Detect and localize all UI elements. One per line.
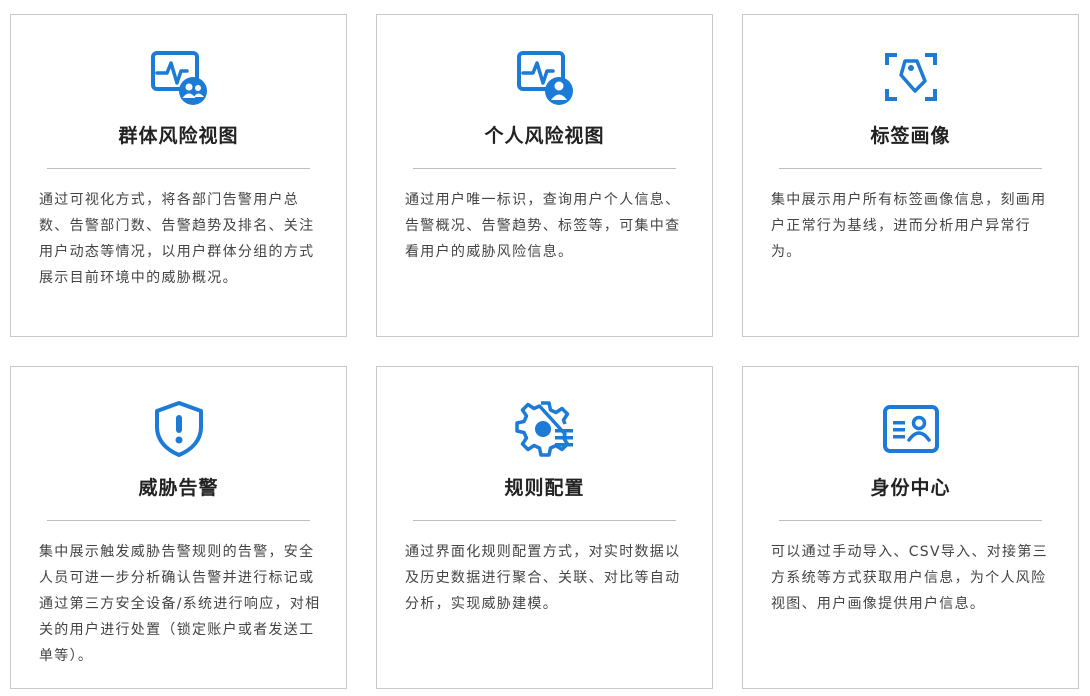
- card-description: 集中展示用户所有标签画像信息，刻画用户正常行为基线，进而分析用户异常行为。: [771, 192, 1047, 260]
- divider: [47, 520, 310, 521]
- tag-scan-icon: [879, 45, 943, 109]
- monitor-user-icon: [513, 45, 577, 109]
- card-title: 个人风险视图: [484, 125, 605, 147]
- card-title: 标签画像: [870, 125, 951, 147]
- feature-card-personal-risk: 个人风险视图 通过用户唯一标识，查询用户个人信息、告警概况、告警趋势、标签等，可…: [376, 14, 713, 337]
- card-description: 通过用户唯一标识，查询用户个人信息、告警概况、告警趋势、标签等，可集中查看用户的…: [405, 192, 681, 260]
- divider: [779, 168, 1042, 169]
- divider: [47, 168, 310, 169]
- card-title: 规则配置: [504, 477, 585, 499]
- shield-alert-icon: [147, 397, 211, 461]
- card-title: 身份中心: [870, 477, 951, 499]
- divider: [779, 520, 1042, 521]
- card-title: 威胁告警: [138, 477, 219, 499]
- card-description: 集中展示触发威胁告警规则的告警，安全人员可进一步分析确认告警并进行标记或通过第三…: [39, 544, 321, 664]
- card-description: 通过可视化方式，将各部门告警用户总数、告警部门数、告警趋势及排名、关注用户动态等…: [39, 192, 315, 286]
- card-description: 可以通过手动导入、CSV导入、对接第三方系统等方式获取用户信息，为个人风险视图、…: [771, 544, 1048, 612]
- feature-card-threat-alert: 威胁告警 集中展示触发威胁告警规则的告警，安全人员可进一步分析确认告警并进行标记…: [10, 366, 347, 689]
- monitor-group-icon: [147, 45, 211, 109]
- divider: [413, 520, 676, 521]
- card-title: 群体风险视图: [118, 125, 239, 147]
- divider: [413, 168, 676, 169]
- feature-card-rule-config: 规则配置 通过界面化规则配置方式，对实时数据以及历史数据进行聚合、关联、对比等自…: [376, 366, 713, 689]
- gear-list-icon: [513, 397, 577, 461]
- feature-card-group-risk: 群体风险视图 通过可视化方式，将各部门告警用户总数、告警部门数、告警趋势及排名、…: [10, 14, 347, 337]
- feature-card-identity-center: 身份中心 可以通过手动导入、CSV导入、对接第三方系统等方式获取用户信息，为个人…: [742, 366, 1079, 689]
- card-description: 通过界面化规则配置方式，对实时数据以及历史数据进行聚合、关联、对比等自动分析，实…: [405, 544, 681, 612]
- feature-card-tag-profile: 标签画像 集中展示用户所有标签画像信息，刻画用户正常行为基线，进而分析用户异常行…: [742, 14, 1079, 337]
- id-card-icon: [879, 397, 943, 461]
